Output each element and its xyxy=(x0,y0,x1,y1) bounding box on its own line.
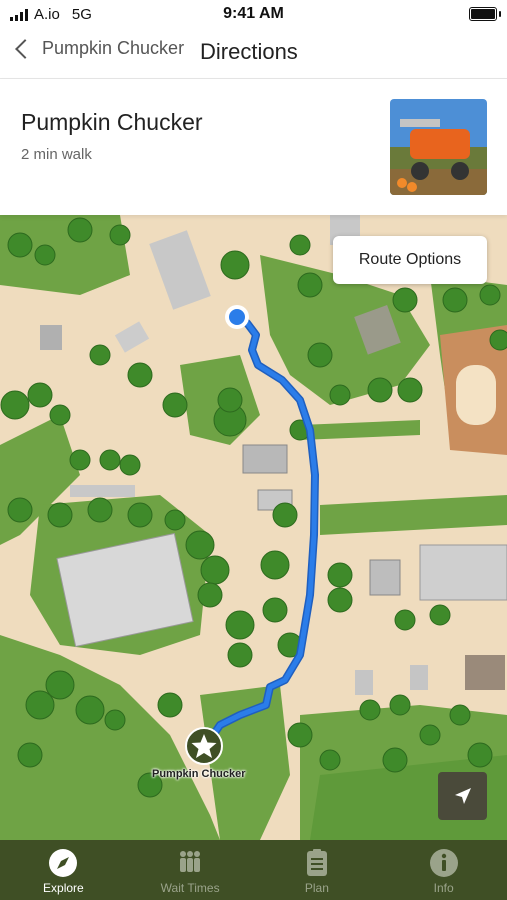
tab-info[interactable]: Info xyxy=(380,840,507,900)
location-arrow-icon xyxy=(454,788,471,804)
walk-time: 2 min walk xyxy=(21,146,92,163)
tab-explore[interactable]: Explore xyxy=(0,840,127,900)
back-button[interactable]: Pumpkin Chucker xyxy=(12,38,184,59)
attraction-header: Pumpkin Chucker 2 min walk xyxy=(0,79,507,215)
navigation-bar: Pumpkin Chucker Directions xyxy=(0,30,507,79)
info-icon xyxy=(429,848,459,878)
route-options-button[interactable]: Route Options xyxy=(333,236,487,284)
compass-icon xyxy=(48,848,78,878)
tab-plan-label: Plan xyxy=(304,881,329,895)
tab-bar: Explore Wait Times Plan Info xyxy=(0,840,507,900)
status-bar: A.io 5G 9:41 AM xyxy=(0,0,507,30)
people-queue-icon xyxy=(175,848,205,878)
recenter-location-button[interactable] xyxy=(438,772,487,820)
destination-label: Pumpkin Chucker xyxy=(152,768,246,780)
page-title: Directions xyxy=(200,39,298,64)
destination-pin[interactable] xyxy=(185,727,223,765)
attraction-thumbnail[interactable] xyxy=(390,99,487,195)
attraction-name: Pumpkin Chucker xyxy=(21,109,203,135)
battery-icon xyxy=(469,7,501,21)
tab-info-label: Info xyxy=(433,881,454,895)
tab-plan[interactable]: Plan xyxy=(254,840,381,900)
tab-wait-times[interactable]: Wait Times xyxy=(127,840,254,900)
park-map[interactable] xyxy=(0,215,507,840)
back-label: Pumpkin Chucker xyxy=(42,38,185,58)
tab-explore-label: Explore xyxy=(43,881,84,895)
clipboard-list-icon xyxy=(302,848,332,878)
tab-wait-times-label: Wait Times xyxy=(160,881,220,895)
chevron-left-icon xyxy=(15,38,35,59)
star-icon xyxy=(185,727,223,765)
status-time: 9:41 AM xyxy=(223,5,284,22)
